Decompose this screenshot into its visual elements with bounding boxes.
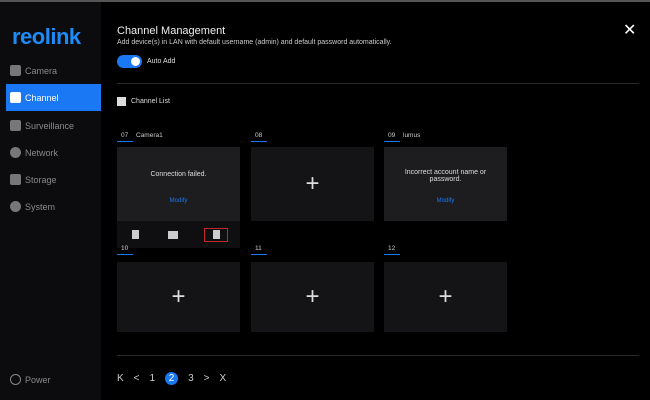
- channel-number: 08: [251, 132, 267, 142]
- channel-name: Camera1: [136, 132, 163, 139]
- channel-name: lumus: [403, 132, 421, 139]
- channel-number: 11: [251, 245, 267, 255]
- power-icon: [10, 374, 21, 385]
- sidebar-item-label: Camera: [25, 65, 58, 76]
- channel-number: 07: [117, 132, 133, 142]
- page-subtitle: Add device(s) in LAN with default userna…: [117, 39, 392, 46]
- page-3[interactable]: 3: [188, 373, 194, 384]
- plus-icon: +: [305, 283, 320, 310]
- channel-card[interactable]: Incorrect account name or password. Modi…: [384, 147, 507, 221]
- close-icon[interactable]: ✕: [623, 20, 636, 40]
- storage-icon: [10, 174, 21, 185]
- page-title: Channel Management: [117, 25, 226, 37]
- modify-link[interactable]: Modify: [117, 198, 240, 204]
- channel-number: 12: [384, 245, 400, 255]
- channel-label: 11: [251, 245, 270, 255]
- delete-icon[interactable]: [204, 227, 229, 242]
- sidebar-item-label: Storage: [25, 174, 57, 185]
- channel-label: 07 Camera1: [117, 132, 163, 142]
- channel-label: 12: [384, 245, 403, 255]
- plus-icon: +: [305, 170, 320, 197]
- sidebar-item-storage[interactable]: Storage: [6, 166, 101, 193]
- details-icon[interactable]: [129, 228, 143, 242]
- plus-icon: +: [438, 283, 453, 310]
- sidebar-item-camera[interactable]: Camera: [6, 57, 101, 84]
- sidebar-item-label: Network: [25, 147, 59, 158]
- channel-list-header: Channel List: [117, 97, 170, 106]
- channel-card[interactable]: Connection failed. Modify: [117, 147, 240, 221]
- divider: [117, 83, 639, 84]
- sidebar-item-label: Surveillance: [25, 120, 75, 131]
- channel-status: Connection failed.: [150, 171, 207, 178]
- add-channel-button[interactable]: +: [251, 262, 374, 332]
- list-icon: [10, 120, 21, 131]
- sidebar-item-label: System: [25, 201, 56, 212]
- pagination: K < 1 2 3 > X: [117, 372, 226, 385]
- add-channel-button[interactable]: +: [251, 147, 374, 221]
- sidebar-item-channel[interactable]: Channel: [6, 84, 101, 111]
- sidebar-item-network[interactable]: Network: [6, 139, 101, 166]
- first-page-button[interactable]: K: [117, 373, 124, 384]
- auto-add-toggle[interactable]: [117, 55, 142, 68]
- channel-number: 10: [117, 245, 133, 255]
- plus-icon: +: [171, 283, 186, 310]
- prev-page-button[interactable]: <: [134, 373, 140, 384]
- reolink-logo: reolink: [12, 24, 81, 49]
- sidebar-item-system[interactable]: System: [6, 193, 101, 220]
- page-1[interactable]: 1: [150, 373, 156, 384]
- add-channel-button[interactable]: +: [384, 262, 507, 332]
- channel-list-title: Channel List: [131, 98, 170, 105]
- auto-add-label: Auto Add: [147, 58, 176, 65]
- main-panel: Channel Management Add device(s) in LAN …: [101, 2, 650, 400]
- channel-label: 09 lumus: [384, 132, 420, 142]
- channel-toolbar: [117, 221, 240, 248]
- power-button[interactable]: Power: [10, 374, 51, 385]
- grid-icon: [117, 97, 126, 106]
- channel-label: 10: [117, 245, 136, 255]
- camera-settings-icon[interactable]: [166, 228, 180, 242]
- sidebar-item-label: Channel: [25, 92, 59, 103]
- channel-label: 08: [251, 132, 270, 142]
- divider: [117, 355, 639, 356]
- gear-icon: [10, 201, 21, 212]
- sidebar-item-surveillance[interactable]: Surveillance: [6, 112, 101, 139]
- power-label: Power: [25, 374, 51, 385]
- channel-status: Incorrect account name or password.: [404, 169, 487, 183]
- camera-icon: [10, 65, 21, 76]
- globe-icon: [10, 147, 21, 158]
- add-channel-button[interactable]: +: [117, 262, 240, 332]
- next-page-button[interactable]: >: [204, 373, 210, 384]
- modify-link[interactable]: Modify: [384, 198, 507, 204]
- sidebar: reolink Camera Channel Surveillance Netw…: [0, 2, 101, 400]
- grid-icon: [10, 92, 21, 103]
- channel-number: 09: [384, 132, 400, 142]
- last-page-button[interactable]: X: [219, 373, 226, 384]
- page-2[interactable]: 2: [165, 372, 179, 385]
